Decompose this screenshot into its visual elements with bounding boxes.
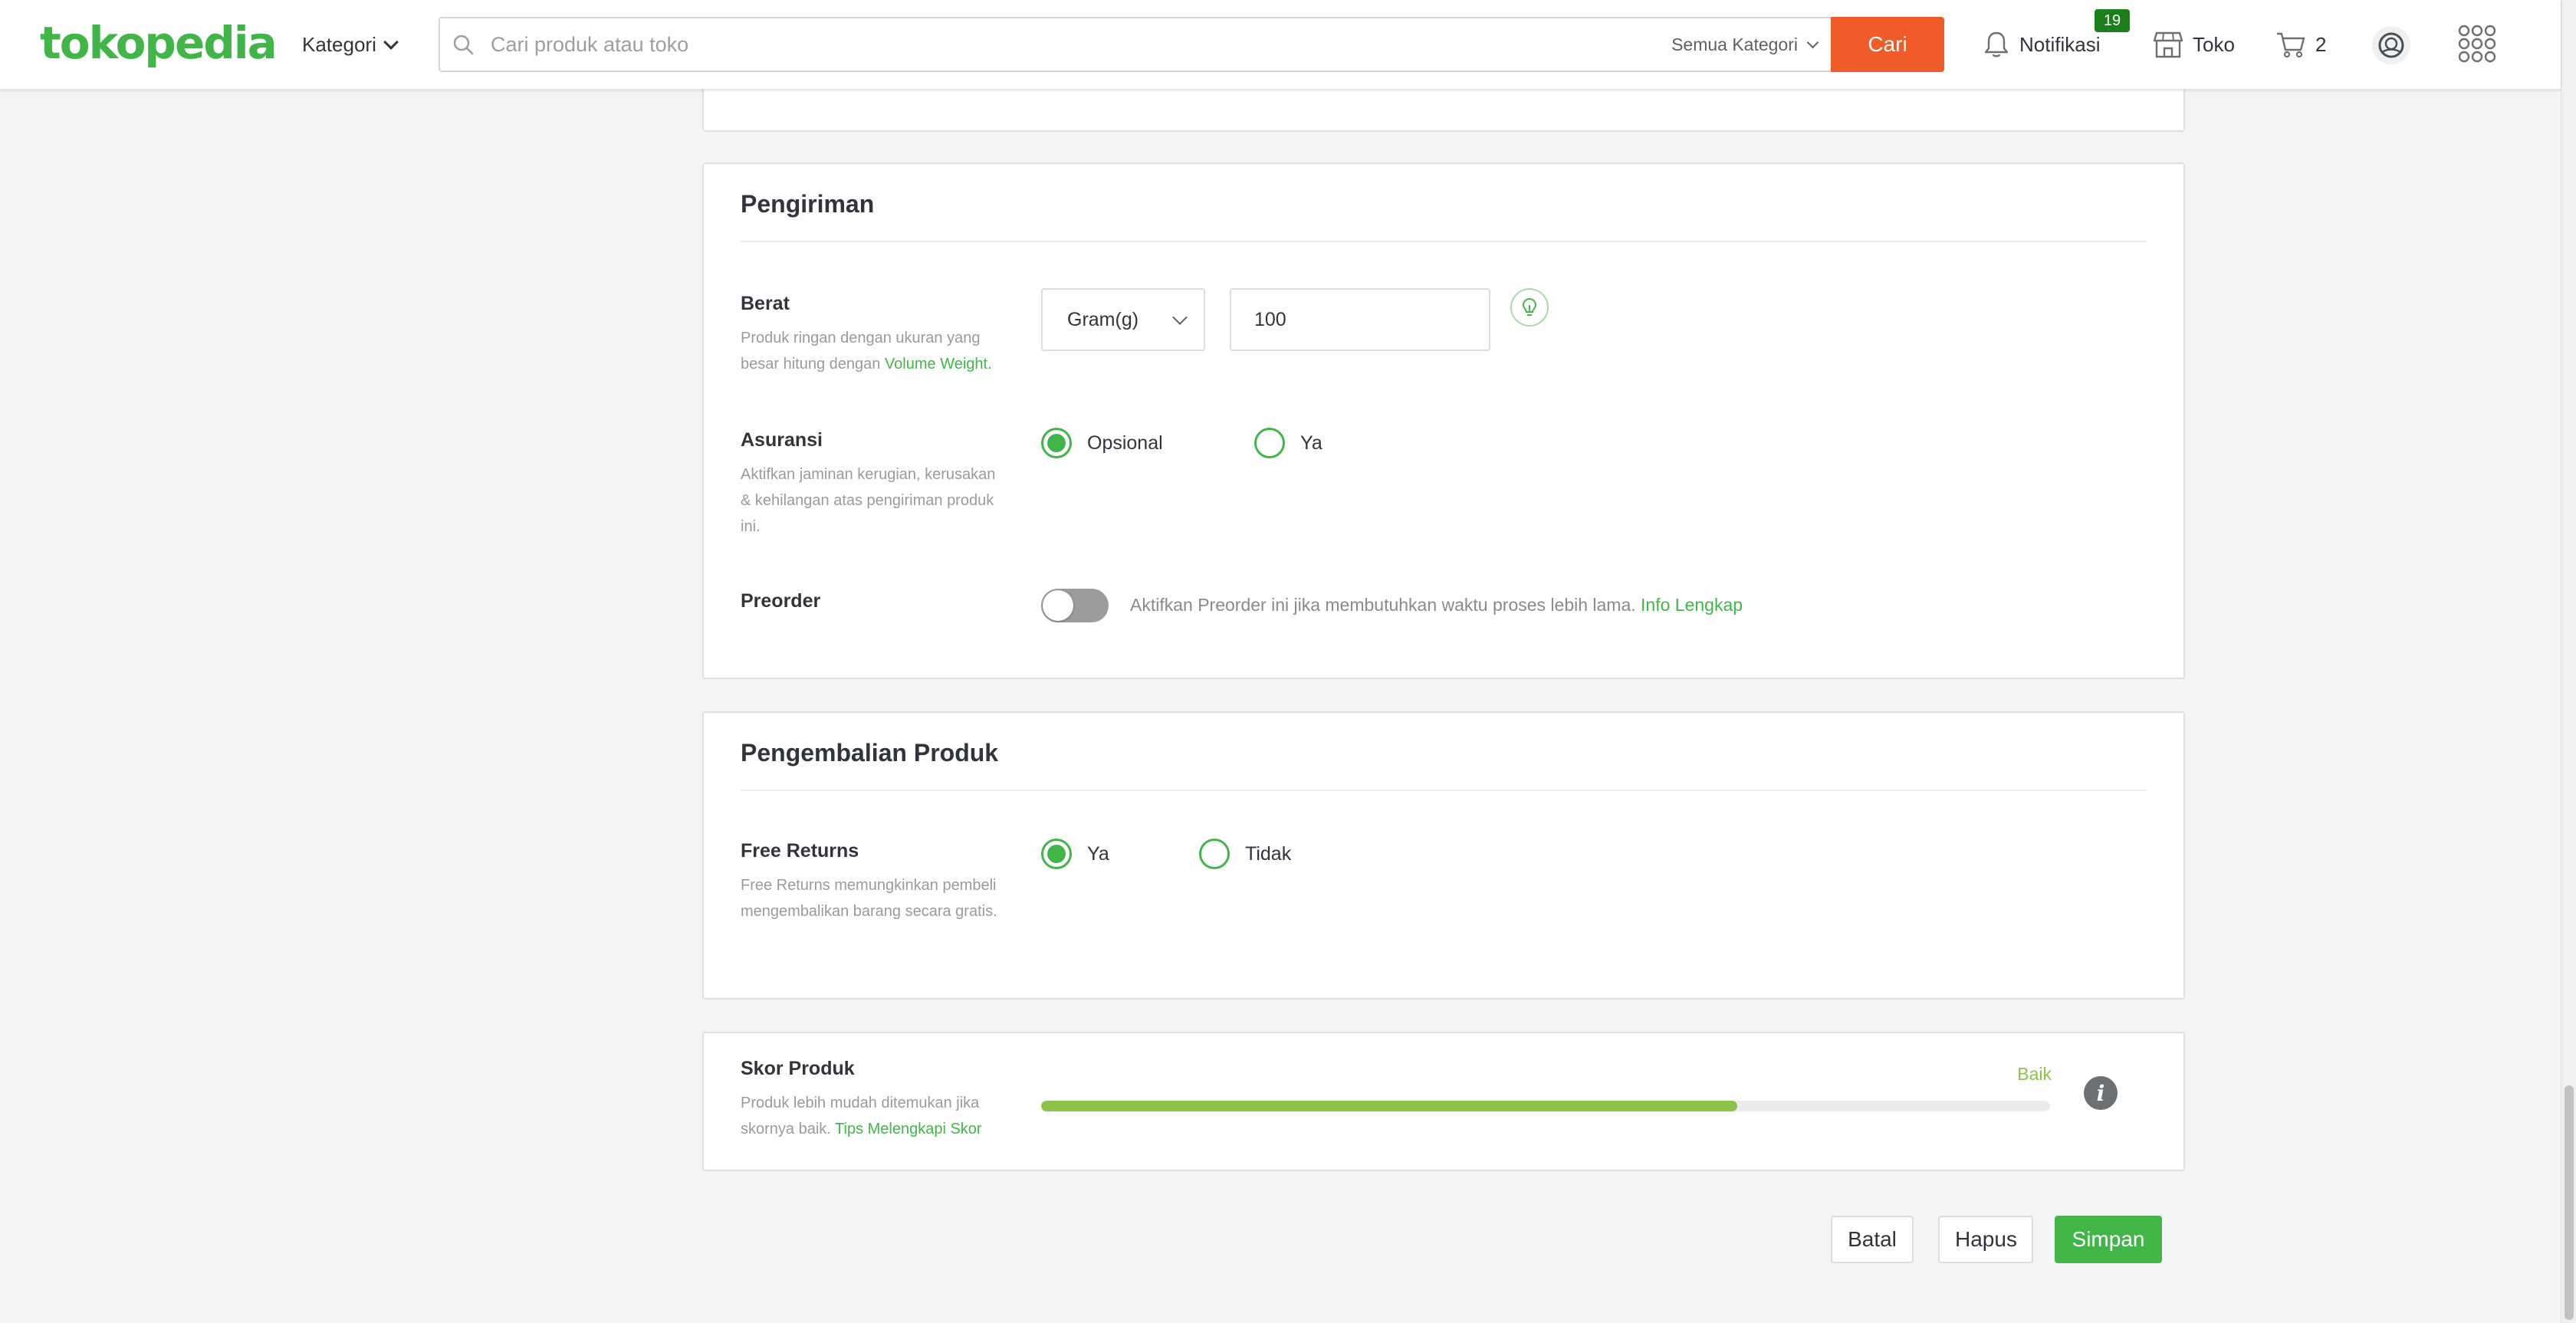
- weight-unit-select[interactable]: Gram(g): [1041, 288, 1205, 351]
- cart-icon: [2277, 32, 2305, 58]
- info-icon[interactable]: i: [2084, 1076, 2118, 1110]
- search-button[interactable]: Cari: [1831, 17, 1944, 72]
- store-icon: [2153, 31, 2183, 58]
- asuransi-option-label: Opsional: [1087, 432, 1163, 454]
- chevron-down-icon: [1172, 310, 1188, 325]
- pengiriman-title: Pengiriman: [741, 190, 875, 218]
- asuransi-option-ya[interactable]: Ya: [1254, 428, 1322, 458]
- weight-unit-value: Gram(g): [1067, 308, 1139, 330]
- notifications-button[interactable]: Notifikasi: [1983, 21, 2100, 67]
- berat-label: Berat: [741, 293, 790, 314]
- bell-icon: [1984, 31, 2009, 57]
- search-icon: [453, 34, 474, 55]
- cancel-button[interactable]: Batal: [1831, 1216, 1914, 1263]
- scrollbar-thumb[interactable]: [2564, 1085, 2574, 1320]
- kategori-menu[interactable]: Kategori: [302, 28, 399, 61]
- score-status: Baik: [2017, 1064, 2052, 1084]
- skor-produk-label: Skor Produk: [741, 1058, 855, 1079]
- save-button[interactable]: Simpan: [2055, 1216, 2162, 1263]
- free-returns-option-ya[interactable]: Ya: [1041, 839, 1109, 869]
- volume-weight-link[interactable]: Volume Weight.: [885, 356, 992, 373]
- shop-label: Toko: [2193, 32, 2235, 56]
- free-returns-label: Free Returns: [741, 840, 859, 862]
- search-category-label: Semua Kategori: [1671, 34, 1798, 54]
- user-avatar[interactable]: [2372, 26, 2410, 64]
- info-lengkap-link[interactable]: Info Lengkap: [1641, 595, 1743, 615]
- cart-button[interactable]: 2: [2275, 21, 2326, 67]
- notifications-label: Notifikasi: [2019, 32, 2101, 56]
- asuransi-label: Asuransi: [741, 429, 823, 451]
- free-returns-option-label: Ya: [1087, 842, 1109, 865]
- cart-count: 2: [2315, 32, 2327, 56]
- section-divider: [741, 790, 2147, 791]
- free-returns-option-tidak[interactable]: Tidak: [1199, 839, 1291, 869]
- radio-selected-icon: [1041, 839, 1072, 869]
- radio-selected-icon: [1041, 428, 1072, 458]
- preorder-toggle[interactable]: [1041, 589, 1109, 622]
- notifications-count-badge: 19: [2095, 9, 2130, 32]
- shop-button[interactable]: Toko: [2153, 21, 2235, 67]
- search-bar: Semua Kategori: [439, 17, 1831, 72]
- preorder-help: Aktifkan Preorder ini jika membutuhkan w…: [1130, 595, 1743, 616]
- weight-input[interactable]: [1230, 288, 1490, 351]
- search-category-dropdown[interactable]: Semua Kategori: [1671, 18, 1819, 71]
- asuransi-option-label: Ya: [1300, 432, 1322, 454]
- asuransi-help: Aktifkan jaminan kerugian, kerusakan & k…: [741, 466, 996, 535]
- page-scrollbar[interactable]: [2561, 0, 2576, 1323]
- delete-button[interactable]: Hapus: [1938, 1216, 2033, 1263]
- berat-help: Produk ringan dengan ukuran yang besar h…: [741, 325, 1001, 377]
- radio-unselected-icon: [1254, 428, 1285, 458]
- top-navbar: tokopedia Kategori Semua Kategori Cari N…: [0, 0, 2561, 89]
- lightbulb-icon: [1522, 297, 1537, 316]
- free-returns-help: Free Returns memungkinkan pembeli mengem…: [741, 877, 997, 920]
- section-divider: [741, 241, 2147, 242]
- pengembalian-card: Pengembalian Produk Free Returns Free Re…: [702, 711, 2185, 1000]
- score-progress-fill: [1041, 1101, 1738, 1111]
- skor-produk-help: Produk lebih mudah ditemukan jika skorny…: [741, 1090, 1032, 1142]
- kategori-label: Kategori: [302, 32, 376, 56]
- preorder-help-text: Aktifkan Preorder ini jika membutuhkan w…: [1130, 595, 1641, 615]
- weight-tip-button[interactable]: [1510, 288, 1549, 327]
- radio-unselected-icon: [1199, 839, 1230, 869]
- tips-skor-link[interactable]: Tips Melengkapi Skor: [835, 1121, 982, 1138]
- search-input[interactable]: [491, 18, 1549, 71]
- pengembalian-title: Pengembalian Produk: [741, 739, 999, 767]
- toggle-knob: [1043, 590, 1073, 621]
- skor-produk-card: Skor Produk Produk lebih mudah ditemukan…: [702, 1032, 2185, 1171]
- free-returns-option-label: Tidak: [1245, 842, 1292, 865]
- score-progress-bar: [1041, 1101, 2050, 1111]
- chevron-down-icon: [1806, 36, 1819, 48]
- tokopedia-logo[interactable]: tokopedia: [40, 14, 278, 72]
- pengiriman-card: Pengiriman Berat Produk ringan dengan uk…: [702, 163, 2185, 679]
- chevron-down-icon: [383, 34, 399, 50]
- asuransi-option-opsional[interactable]: Opsional: [1041, 428, 1163, 458]
- apps-grid-icon[interactable]: [2458, 25, 2496, 63]
- avatar-icon: [2378, 32, 2404, 58]
- preorder-label: Preorder: [741, 590, 821, 612]
